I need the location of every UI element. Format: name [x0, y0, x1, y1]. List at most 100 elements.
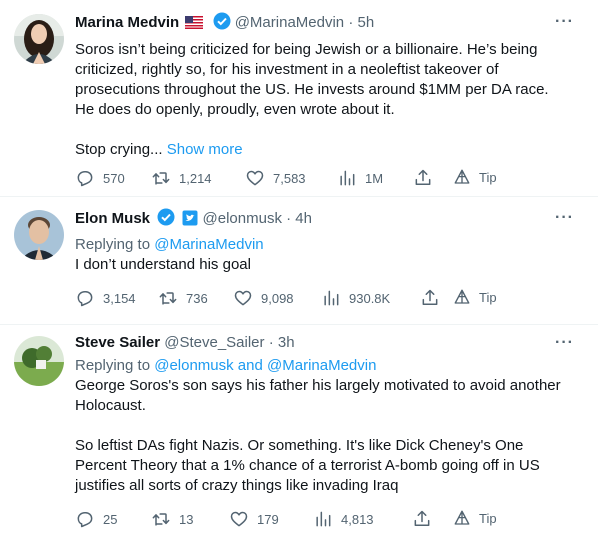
retweet-count: 1,214 — [179, 170, 212, 186]
retweet-count: 736 — [186, 290, 208, 306]
views-count: 930.8K — [349, 290, 391, 306]
views-icon — [324, 290, 339, 306]
heart-icon — [230, 511, 248, 527]
share-button[interactable] — [420, 288, 440, 308]
like-count: 179 — [257, 511, 279, 527]
views-button[interactable]: 930.8K — [321, 288, 390, 308]
text-line: Holocaust. — [75, 397, 146, 414]
text-line: Stop crying... — [75, 141, 163, 158]
reply-button[interactable]: 3,154 — [75, 288, 136, 308]
replying-to: Replying to @elonmusk and @MarinaMedvin — [75, 356, 588, 376]
tweet-steve[interactable]: Steve Sailer @Steve_Sailer · 3h ··· Repl… — [0, 325, 598, 541]
action-bar: 25 13 179 4,813 Tip — [75, 509, 588, 529]
text-line: justifies all sorts of crazy things like… — [75, 477, 399, 494]
heart-icon — [234, 290, 252, 306]
show-more-link[interactable]: Show more — [167, 141, 243, 158]
like-count: 9,098 — [261, 290, 294, 306]
replying-to: Replying to @MarinaMedvin — [75, 235, 588, 255]
handle[interactable]: @Steve_Sailer — [164, 334, 264, 351]
avatar[interactable] — [14, 336, 64, 386]
more-options-icon[interactable]: ··· — [555, 333, 574, 353]
text-line: prosecutions throughout the US. He inves… — [75, 81, 549, 98]
text-line: He does do openly, proudly, even wrote a… — [75, 101, 395, 118]
more-options-icon[interactable]: ··· — [555, 12, 574, 32]
retweet-icon — [159, 292, 177, 305]
tweet-elon[interactable]: Elon Musk @elonmusk · 4h ··· Replying to… — [0, 197, 598, 325]
text-line: I don’t understand his goal — [75, 256, 251, 273]
heart-icon — [246, 170, 264, 186]
tip-icon — [454, 169, 470, 184]
like-button[interactable]: 7,583 — [245, 168, 306, 188]
tip-icon — [454, 510, 470, 525]
views-icon — [316, 511, 331, 527]
more-options-icon[interactable]: ··· — [555, 208, 574, 228]
timestamp[interactable]: · 3h — [269, 334, 295, 351]
gold-verified-badge-icon — [157, 208, 175, 232]
reply-button[interactable]: 25 — [75, 509, 117, 529]
verified-badge-icon — [213, 12, 231, 36]
avatar[interactable] — [14, 210, 64, 260]
tip-label: Tip — [479, 510, 497, 526]
share-icon — [422, 289, 438, 305]
retweet-count: 13 — [179, 511, 194, 527]
retweet-icon — [152, 172, 170, 185]
tip-label: Tip — [479, 289, 497, 305]
timestamp[interactable]: · 4h — [286, 210, 312, 227]
tip-button[interactable]: Tip — [453, 168, 497, 186]
reply-count: 570 — [103, 170, 125, 186]
tweet-header: Elon Musk @elonmusk · 4h ··· — [75, 208, 588, 232]
tip-button[interactable]: Tip — [453, 288, 497, 306]
tip-icon — [454, 289, 470, 304]
tweet-marina[interactable]: Marina Medvin @MarinaMedvin · 5h ··· Sor… — [0, 0, 598, 197]
avatar[interactable] — [14, 14, 64, 64]
text-line: Percent Theory that a 1% chance of a ter… — [75, 457, 540, 474]
display-name[interactable]: Steve Sailer — [75, 334, 160, 351]
timestamp[interactable]: · 5h — [348, 14, 374, 31]
views-count: 4,813 — [341, 511, 374, 527]
retweet-button[interactable]: 13 — [151, 509, 193, 529]
share-icon — [414, 510, 430, 526]
reply-icon — [77, 291, 93, 307]
tweet-text: Soros isn’t being criticized for being J… — [75, 40, 588, 160]
text-line: So leftist DAs fight Nazis. Or something… — [75, 437, 524, 454]
text-line: Soros isn’t being criticized for being J… — [75, 41, 538, 58]
like-count: 7,583 — [273, 170, 306, 186]
reply-button[interactable]: 570 — [75, 168, 125, 188]
reply-icon — [77, 171, 93, 187]
views-button[interactable]: 4,813 — [313, 509, 374, 529]
tip-button[interactable]: Tip — [453, 509, 497, 527]
retweet-icon — [152, 513, 170, 526]
text-line: criticized, rightly so, for his investme… — [75, 61, 499, 78]
views-icon — [340, 170, 355, 186]
handle[interactable]: @MarinaMedvin — [235, 14, 344, 31]
replying-prefix: Replying to — [75, 236, 151, 253]
us-flag-icon — [185, 15, 204, 35]
views-count: 1M — [365, 170, 384, 186]
retweet-button[interactable]: 736 — [158, 288, 208, 308]
tweet-text: I don’t understand his goal — [75, 255, 588, 275]
tip-label: Tip — [479, 169, 497, 185]
reply-count: 3,154 — [103, 290, 136, 306]
action-bar: 570 1,214 7,583 1M Tip — [75, 168, 588, 188]
tweet-header: Steve Sailer @Steve_Sailer · 3h ··· — [75, 333, 588, 353]
replying-to-link[interactable]: @elonmusk and @MarinaMedvin — [154, 357, 376, 374]
retweet-button[interactable]: 1,214 — [151, 168, 212, 188]
views-button[interactable]: 1M — [337, 168, 383, 188]
like-button[interactable]: 179 — [229, 509, 279, 529]
share-button[interactable] — [412, 509, 432, 529]
tweet-text: George Soros's son says his father his l… — [75, 376, 588, 496]
display-name[interactable]: Elon Musk — [75, 210, 150, 227]
reply-icon — [77, 512, 93, 528]
replying-to-link[interactable]: @MarinaMedvin — [154, 236, 263, 253]
like-button[interactable]: 9,098 — [233, 288, 294, 308]
share-button[interactable] — [413, 168, 433, 188]
share-icon — [415, 169, 431, 185]
handle[interactable]: @elonmusk — [203, 210, 282, 227]
twitter-affiliation-icon — [182, 210, 198, 232]
action-bar: 3,154 736 9,098 930.8K Tip — [75, 288, 588, 308]
replying-prefix: Replying to — [75, 357, 151, 374]
tweet-header: Marina Medvin @MarinaMedvin · 5h ··· — [75, 12, 588, 36]
text-line: George Soros's son says his father his l… — [75, 377, 561, 394]
display-name[interactable]: Marina Medvin — [75, 14, 179, 31]
reply-count: 25 — [103, 511, 118, 527]
